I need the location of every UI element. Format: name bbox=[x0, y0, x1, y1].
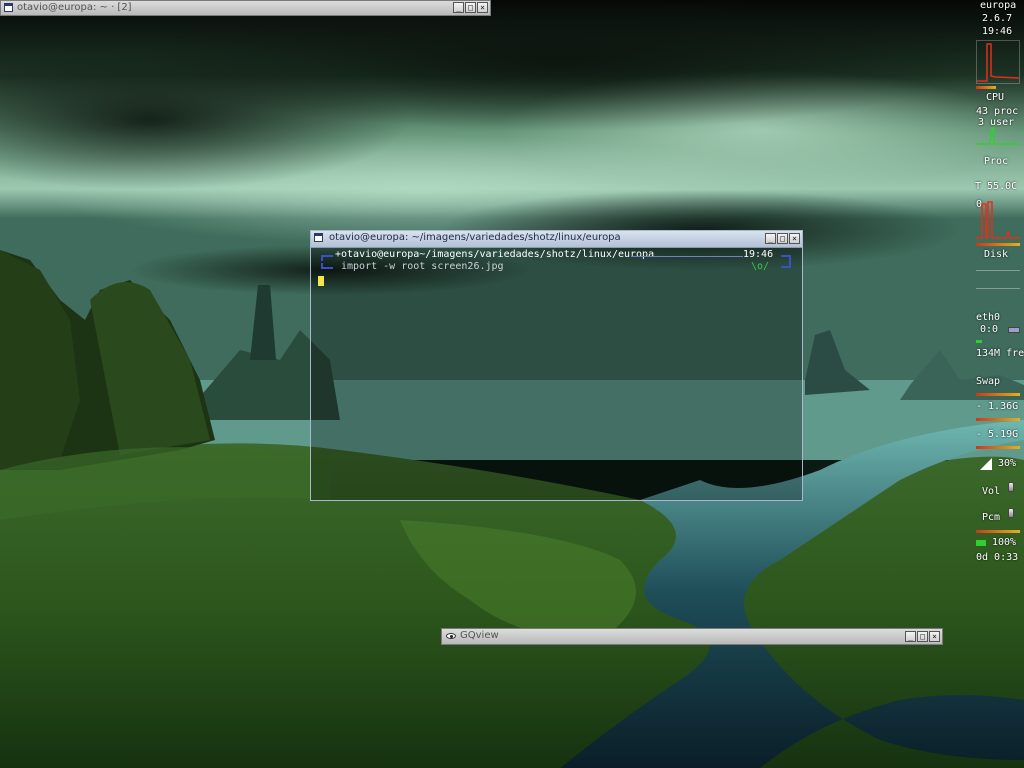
maximize-button[interactable]: □ bbox=[777, 233, 788, 244]
maximize-button[interactable]: □ bbox=[917, 631, 928, 642]
eye-icon[interactable] bbox=[446, 633, 456, 639]
filesystem-1: - 1.36G bbox=[976, 401, 1019, 412]
command-frame bbox=[321, 263, 333, 269]
minimize-button[interactable]: _ bbox=[453, 2, 464, 13]
volume-label: Vol bbox=[982, 486, 1001, 497]
text-cursor bbox=[318, 276, 324, 286]
separator bbox=[976, 270, 1020, 271]
top-terminal-titlebar[interactable]: otavio@europa: ~ · [2] _ □ × bbox=[0, 0, 491, 16]
command-text: import -w root screen26.jpg bbox=[341, 261, 504, 272]
close-button[interactable]: × bbox=[789, 233, 800, 244]
minimize-button[interactable]: _ bbox=[905, 631, 916, 642]
proc-label: Proc bbox=[984, 156, 1009, 167]
terminal-body[interactable]: +otavio@europa~/imagens/variedades/shotz… bbox=[311, 248, 802, 500]
temperature: T 55.0C bbox=[975, 181, 1018, 192]
main-terminal-title: otavio@europa: ~/imagens/variedades/shot… bbox=[329, 232, 621, 243]
power-icon bbox=[976, 540, 986, 546]
battery-icon bbox=[980, 458, 992, 470]
command-frame-right bbox=[781, 260, 791, 268]
volume-knob[interactable] bbox=[1008, 482, 1014, 492]
disk-graph[interactable] bbox=[976, 200, 1020, 240]
main-terminal-titlebar[interactable]: otavio@europa: ~/imagens/variedades/shot… bbox=[311, 231, 802, 248]
prompt-text: +otavio@europa~/imagens/variedades/shotz… bbox=[335, 249, 655, 260]
cpu-graph[interactable] bbox=[976, 40, 1020, 84]
uptime: 0d 0:33 bbox=[976, 552, 1019, 563]
terminal-icon[interactable] bbox=[4, 3, 13, 12]
pcm-led bbox=[976, 530, 1020, 533]
fs1-led bbox=[976, 418, 1020, 421]
power-percent: 100% bbox=[992, 537, 1017, 548]
top-terminal-title: otavio@europa: ~ · [2] bbox=[17, 2, 132, 13]
disk-led bbox=[976, 243, 1020, 246]
terminal-icon[interactable] bbox=[314, 233, 323, 242]
net-icon[interactable] bbox=[1008, 327, 1020, 333]
net-rate: 0:0 bbox=[980, 324, 999, 335]
hostname: europa bbox=[980, 0, 1017, 11]
prompt-frame bbox=[321, 255, 333, 261]
proc-graph[interactable] bbox=[976, 120, 1020, 148]
gqview-titlebar[interactable]: GQview _ □ × bbox=[441, 628, 943, 645]
pcm-knob[interactable] bbox=[1008, 508, 1014, 518]
prompt-divider bbox=[631, 256, 743, 257]
kernel-version: 2.6.7 bbox=[982, 13, 1013, 24]
clock: 19:46 bbox=[982, 26, 1013, 37]
prompt-clock: 19:46 bbox=[743, 249, 774, 260]
disk-label: Disk bbox=[984, 249, 1009, 260]
minimize-button[interactable]: _ bbox=[765, 233, 776, 244]
close-button[interactable]: × bbox=[929, 631, 940, 642]
net-led bbox=[976, 340, 982, 343]
process-count: 43 proc bbox=[976, 106, 1019, 117]
main-terminal-window[interactable]: otavio@europa: ~/imagens/variedades/shot… bbox=[310, 230, 803, 501]
command-line: import -w root screen26.jpg \o/ bbox=[321, 260, 791, 275]
net-interface: eth0 bbox=[976, 312, 1001, 323]
filesystem-2: - 5.19G bbox=[976, 429, 1019, 440]
fs2-led bbox=[976, 446, 1020, 449]
gkrellm-monitor[interactable]: europa 2.6.7 19:46 CPU 43 proc 3 user Pr… bbox=[972, 0, 1024, 570]
gqview-title: GQview bbox=[460, 630, 499, 641]
memory-free: 134M fre bbox=[976, 348, 1024, 359]
cpu-label: CPU bbox=[986, 92, 1005, 103]
swap-label: Swap bbox=[976, 376, 1001, 387]
pcm-label: Pcm bbox=[982, 512, 1001, 523]
cpu-led bbox=[976, 86, 996, 89]
swap-led bbox=[976, 393, 1020, 396]
status-indicator: \o/ bbox=[751, 261, 770, 272]
maximize-button[interactable]: □ bbox=[465, 2, 476, 13]
close-button[interactable]: × bbox=[477, 2, 488, 13]
separator bbox=[976, 288, 1020, 289]
battery-percent: 30% bbox=[998, 458, 1017, 469]
